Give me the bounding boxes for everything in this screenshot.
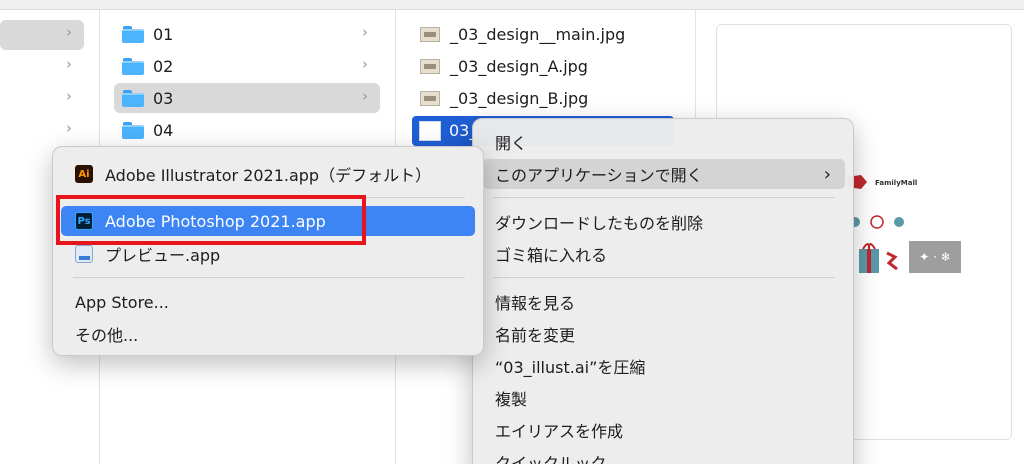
menu-separator <box>493 197 835 198</box>
folder-label: 01 <box>153 24 174 44</box>
folder-icon <box>122 57 144 75</box>
folder-icon <box>122 89 144 107</box>
folder-label: 04 <box>153 120 174 140</box>
chevron-right-icon: › <box>362 23 368 41</box>
file-row[interactable]: _03_design_A.jpg <box>420 51 680 81</box>
folder-row-03[interactable]: 03 <box>114 83 380 113</box>
menu-item-make-alias[interactable]: エイリアスを作成 <box>483 415 845 445</box>
menu-item-label: 名前を変更 <box>495 326 576 345</box>
file-row[interactable]: _03_design_B.jpg <box>420 83 680 113</box>
chevron-right-icon: › <box>362 55 368 73</box>
menu-item-label: エイリアスを作成 <box>495 422 624 441</box>
folder-row-02[interactable]: 02 <box>122 51 382 81</box>
chevron-right-icon: › <box>362 87 368 105</box>
menu-item-open[interactable]: 開く <box>483 127 845 157</box>
ornaments-icon <box>850 215 904 229</box>
file-label: _03_design__main.jpg <box>450 24 626 44</box>
menu-item-label: プレビュー.app <box>105 246 221 265</box>
menu-item-label: このアプリケーションで開く <box>495 166 703 185</box>
chevron-right-icon: › <box>66 55 72 73</box>
open-with-submenu: Ai Adobe Illustrator 2021.app（デフォルト） Ps … <box>52 146 484 356</box>
menu-item-label: App Store... <box>75 292 169 312</box>
illustrator-app-icon: Ai <box>75 165 93 183</box>
image-file-icon <box>420 26 440 42</box>
menu-item-remove-download[interactable]: ダウンロードしたものを削除 <box>483 207 845 237</box>
folder-icon <box>122 25 144 43</box>
file-row[interactable]: _03_design__main.jpg <box>420 19 680 49</box>
menu-item-compress[interactable]: “03_illust.ai”を圧縮 <box>483 351 845 381</box>
image-file-icon <box>420 90 440 106</box>
folder-row-01[interactable]: 01 <box>122 19 382 49</box>
folder-label: 02 <box>153 56 174 76</box>
toolbar-strip <box>0 0 1024 10</box>
menu-item-illustrator[interactable]: Ai Adobe Illustrator 2021.app（デフォルト） <box>61 159 475 189</box>
menu-separator <box>73 277 465 278</box>
chevron-right-icon: › <box>66 87 72 105</box>
menu-item-label: 複製 <box>495 390 528 409</box>
chevron-right-icon: › <box>66 23 72 41</box>
menu-item-label: クイックルック <box>495 454 607 464</box>
menu-item-move-to-trash[interactable]: ゴミ箱に入れる <box>483 239 845 269</box>
folder-row-04[interactable]: 04 <box>122 115 382 145</box>
preview-app-icon <box>75 245 93 263</box>
file-label: _03_design_B.jpg <box>450 88 589 108</box>
menu-item-quick-look[interactable]: クイックルック <box>483 447 845 464</box>
menu-item-get-info[interactable]: 情報を見る <box>483 287 845 317</box>
menu-item-open-with[interactable]: このアプリケーションで開く › <box>483 159 845 189</box>
menu-item-rename[interactable]: 名前を変更 <box>483 319 845 349</box>
file-label: _03_design_A.jpg <box>450 56 588 76</box>
folder-icon <box>122 121 144 139</box>
menu-item-label: Adobe Illustrator 2021.app（デフォルト） <box>105 166 432 185</box>
chevron-right-icon: › <box>823 163 831 185</box>
brand-logo: FamilyMall <box>875 179 918 187</box>
context-menu: 開く このアプリケーションで開く › ダウンロードしたものを削除 ゴミ箱に入れる… <box>472 118 854 464</box>
document-icon <box>419 121 441 141</box>
highlight-annotation-box <box>56 195 366 245</box>
menu-separator <box>493 277 835 278</box>
menu-item-other[interactable]: その他... <box>61 319 475 349</box>
image-file-icon <box>420 58 440 74</box>
menu-item-label: ダウンロードしたものを削除 <box>495 214 704 233</box>
menu-item-label: 開く <box>495 134 528 153</box>
gift-icon <box>859 243 898 273</box>
snow-badge: ✦ · ❄ <box>909 241 961 273</box>
folder-label: 03 <box>153 88 174 108</box>
menu-item-app-store[interactable]: App Store... <box>61 287 475 317</box>
menu-item-label: ゴミ箱に入れる <box>495 246 608 265</box>
menu-item-label: 情報を見る <box>495 294 576 313</box>
chevron-right-icon: › <box>66 119 72 137</box>
menu-item-label: その他... <box>75 326 139 345</box>
menu-item-label: “03_illust.ai”を圧縮 <box>495 358 646 377</box>
menu-item-duplicate[interactable]: 複製 <box>483 383 845 413</box>
